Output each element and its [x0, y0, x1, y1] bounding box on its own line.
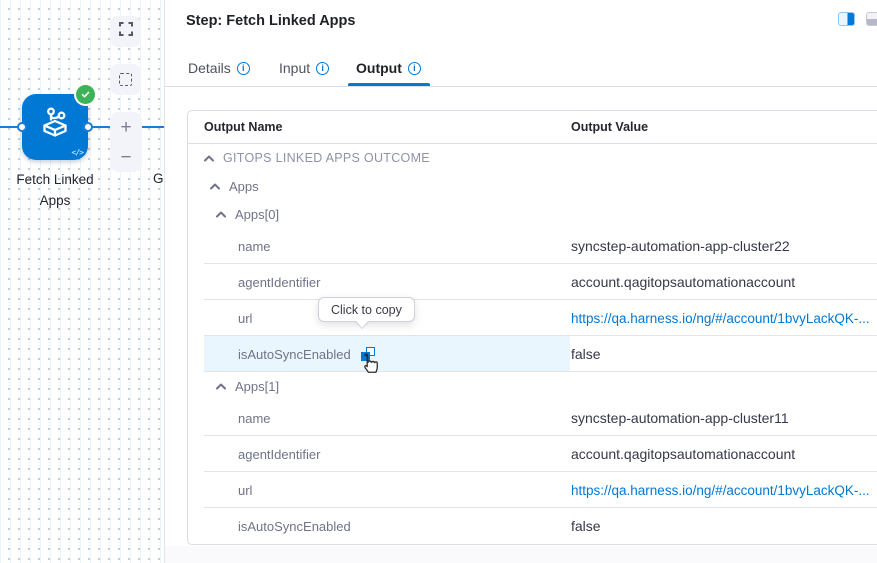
tabbar-divider [165, 86, 877, 87]
node-port-left [17, 122, 27, 132]
page-title: Step: Fetch Linked Apps [186, 13, 356, 29]
output-name: agentIdentifier [238, 274, 321, 290]
info-icon[interactable]: i [236, 61, 250, 75]
zoom-in-button[interactable]: + [110, 112, 142, 142]
output-value: false [571, 518, 601, 534]
node-label: Fetch Linked Apps [16, 172, 94, 208]
output-table-card: Output Name Output Value GITOPS LINKED A… [187, 110, 877, 545]
table-header-row: Output Name Output Value [188, 111, 877, 144]
panel-layout-toggle-icon[interactable] [838, 12, 855, 26]
info-icon[interactable]: i [316, 61, 330, 75]
column-header-output-value: Output Value [571, 120, 649, 134]
output-value-link[interactable]: https://qa.harness.io/ng/#/account/1bvyL… [571, 483, 870, 498]
app-window: </> Fetch Linked Apps G + − Step: Fetch … [0, 0, 877, 563]
tree-group-apps[interactable]: Apps [188, 172, 877, 200]
output-name: isAutoSyncEnabled [238, 518, 351, 534]
table-row[interactable]: isAutoSyncEnabled false [188, 508, 877, 544]
tree-group-gitops-outcome[interactable]: GITOPS LINKED APPS OUTCOME [188, 144, 877, 172]
table-row-hovered[interactable]: isAutoSyncEnabled false [188, 336, 877, 372]
marquee-select-button[interactable] [110, 64, 141, 95]
fullscreen-button[interactable] [110, 16, 141, 47]
chevron-up-icon[interactable] [216, 211, 226, 218]
table-row[interactable]: name syncstep-automation-app-cluster11 [188, 400, 877, 436]
table-row[interactable]: name syncstep-automation-app-cluster22 [188, 228, 877, 264]
panel-collapse-icon[interactable] [866, 12, 877, 26]
info-icon[interactable]: i [407, 61, 421, 75]
output-name: isAutoSyncEnabled [238, 346, 351, 362]
output-value: account.qagitopsautomationaccount [571, 446, 796, 462]
output-value: false [571, 346, 601, 362]
gitops-step-icon [35, 105, 75, 150]
panel-divider [164, 0, 165, 563]
tree-group-apps-1[interactable]: Apps[1] [188, 372, 877, 400]
chevron-up-icon[interactable] [204, 155, 214, 162]
group-label: GITOPS LINKED APPS OUTCOME [223, 151, 430, 165]
code-glyph-icon: </> [71, 148, 84, 157]
next-node-label-partial: G [153, 171, 164, 186]
success-check-icon [76, 85, 95, 104]
marquee-select-icon [119, 73, 132, 86]
output-name: url [238, 310, 253, 326]
copy-tooltip: Click to copy [318, 297, 415, 329]
table-row[interactable]: url https://qa.harness.io/ng/#/account/1… [188, 300, 877, 336]
table-row[interactable]: agentIdentifier account.qagitopsautomati… [188, 436, 877, 472]
output-name: agentIdentifier [238, 446, 321, 462]
table-row[interactable]: url https://qa.harness.io/ng/#/account/1… [188, 472, 877, 508]
tab-output[interactable]: Output i [356, 60, 421, 76]
tab-input[interactable]: Input i [279, 60, 330, 76]
fullscreen-icon [118, 22, 133, 41]
output-value: syncstep-automation-app-cluster22 [571, 238, 790, 254]
output-name: name [238, 238, 271, 254]
output-name: url [238, 482, 253, 498]
group-label: Apps[1] [235, 378, 280, 394]
group-label: Apps [229, 178, 259, 194]
pipeline-canvas[interactable]: </> Fetch Linked Apps G + − [0, 0, 164, 563]
tree-group-apps-0[interactable]: Apps[0] [188, 200, 877, 228]
output-value: syncstep-automation-app-cluster11 [571, 410, 789, 426]
column-header-output-name: Output Name [204, 120, 283, 134]
output-value: account.qagitopsautomationaccount [571, 274, 796, 290]
group-label: Apps[0] [235, 206, 280, 222]
pointer-hand-cursor-icon [357, 351, 379, 381]
tab-details[interactable]: Details i [188, 60, 250, 76]
step-node-fetch-linked-apps[interactable]: </> [22, 94, 88, 160]
zoom-controls: + − [110, 112, 142, 172]
output-value-link[interactable]: https://qa.harness.io/ng/#/account/1bvyL… [571, 311, 870, 326]
zoom-out-button[interactable]: − [110, 142, 142, 172]
chevron-up-icon[interactable] [216, 383, 226, 390]
output-name: name [238, 410, 271, 426]
node-port-right [83, 122, 93, 132]
chevron-up-icon[interactable] [210, 183, 220, 190]
table-row[interactable]: agentIdentifier account.qagitopsautomati… [188, 264, 877, 300]
panel-footer-area [165, 546, 877, 563]
